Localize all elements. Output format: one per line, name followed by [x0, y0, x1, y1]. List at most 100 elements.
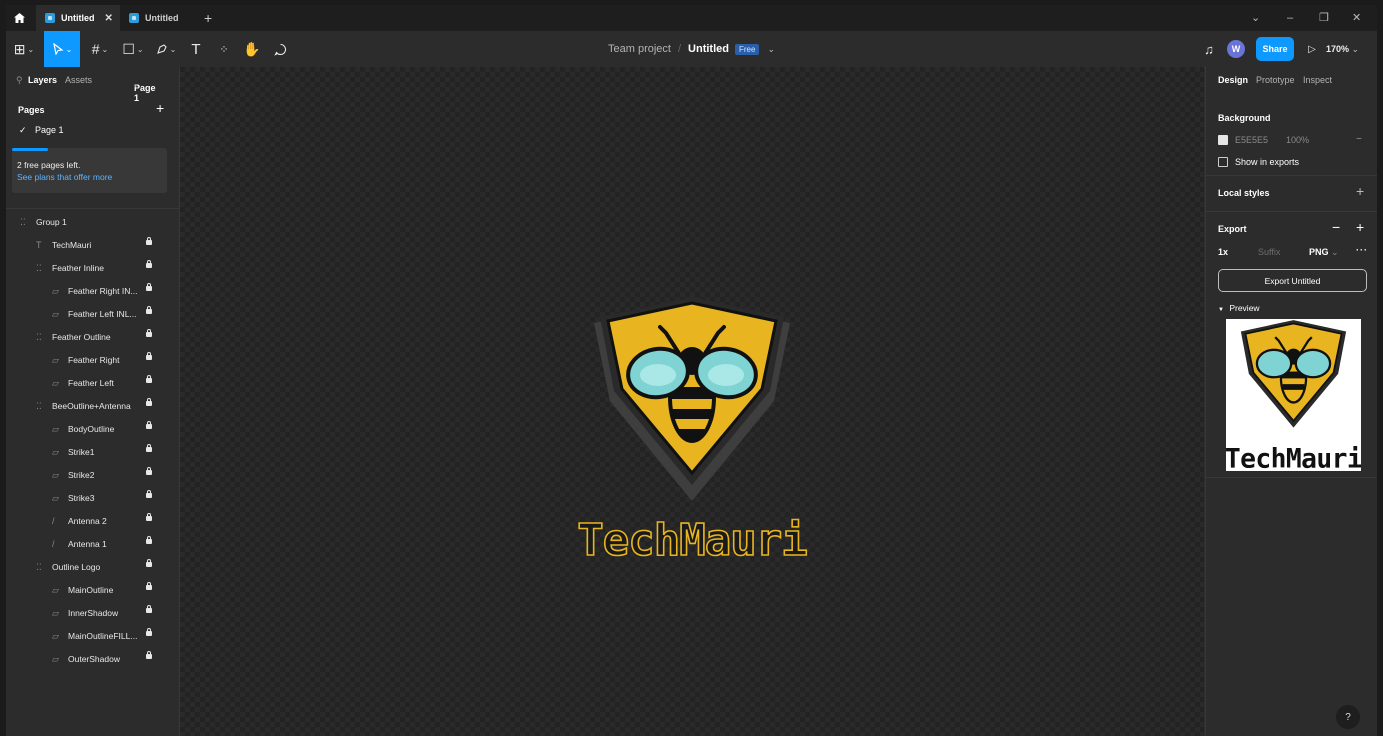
lock-icon[interactable] [146, 421, 152, 429]
layer-name: Strike2 [68, 470, 95, 480]
export-button[interactable]: Export Untitled [1218, 269, 1367, 292]
lock-icon[interactable] [146, 467, 152, 475]
techmauri-logo[interactable]: TechMauri [574, 293, 810, 563]
lock-icon[interactable] [146, 559, 152, 567]
see-plans-link[interactable]: See plans that offer more [17, 172, 112, 182]
lock-icon[interactable] [146, 260, 152, 268]
add-export-icon[interactable]: + [1356, 219, 1364, 235]
layer-name: MainOutlineFILL... [68, 631, 138, 641]
lock-icon[interactable] [146, 536, 152, 544]
add-style-icon[interactable]: + [1356, 183, 1364, 199]
audio-button[interactable]: ♫ [1198, 31, 1220, 67]
layer-name: Feather Outline [52, 332, 111, 342]
home-icon[interactable] [6, 5, 32, 31]
file-name[interactable]: Untitled [688, 43, 729, 55]
layer-row[interactable]: ▱ Strike2 [6, 464, 179, 487]
layer-name: Feather Left [68, 378, 114, 388]
tab-design[interactable]: Design [1218, 75, 1248, 85]
background-title: Background [1218, 113, 1271, 123]
free-pages-notice: 2 free pages left. See plans that offer … [12, 148, 167, 193]
chevron-down-icon[interactable]: ⌄ [767, 44, 775, 55]
restore-icon[interactable]: ❐ [1319, 5, 1329, 31]
lock-icon[interactable] [146, 513, 152, 521]
layer-row[interactable]: ▱ MainOutline [6, 579, 179, 602]
chevron-down-icon[interactable]: ⌄ [1251, 5, 1260, 31]
lock-icon[interactable] [146, 651, 152, 659]
layer-row[interactable]: ▱ OuterShadow [6, 648, 179, 671]
eye-icon[interactable]: ⌣ [1356, 133, 1362, 144]
layer-row[interactable]: T TechMauri [6, 234, 179, 257]
tab-prototype[interactable]: Prototype [1256, 75, 1295, 85]
preview-label: Preview [1229, 303, 1260, 313]
frame-icon: ⁚⁚ [20, 217, 26, 227]
share-button[interactable]: Share [1256, 37, 1294, 61]
vector-icon: ▱ [52, 355, 59, 365]
present-button[interactable]: ▷ [1303, 31, 1321, 67]
avatar[interactable]: W [1227, 40, 1245, 58]
layer-row[interactable]: ▱ Feather Right IN... [6, 280, 179, 303]
lock-icon[interactable] [146, 605, 152, 613]
vector-icon: ▱ [52, 470, 59, 480]
lock-icon[interactable] [146, 375, 152, 383]
lock-icon[interactable] [146, 398, 152, 406]
add-page-icon[interactable]: + [156, 100, 164, 116]
strike2-shape [672, 409, 712, 419]
help-button[interactable]: ? [1336, 705, 1360, 729]
lock-icon[interactable] [146, 490, 152, 498]
layer-row[interactable]: ▱ Strike3 [6, 487, 179, 510]
export-format-select[interactable]: PNG ⌄ [1309, 247, 1339, 258]
layer-row[interactable]: ⁚⁚ BeeOutline+Antenna [6, 395, 179, 418]
local-styles-section: Local styles + [1206, 175, 1377, 211]
lock-icon[interactable] [146, 582, 152, 590]
layer-row[interactable]: ⁚⁚ Feather Outline [6, 326, 179, 349]
minimize-icon[interactable]: – [1287, 5, 1293, 31]
new-tab-button[interactable]: + [204, 5, 212, 31]
lock-icon[interactable] [146, 352, 152, 360]
file-icon [129, 13, 139, 23]
tab-inspect[interactable]: Inspect [1303, 75, 1332, 85]
layer-row[interactable]: ▱ BodyOutline [6, 418, 179, 441]
lock-icon[interactable] [146, 628, 152, 636]
tab-assets[interactable]: Assets [65, 75, 92, 85]
page-item-page-1[interactable]: ✓ Page 1 [6, 115, 179, 137]
layer-row[interactable]: / Antenna 1 [6, 533, 179, 556]
preview-toggle[interactable]: ▼ Preview [1218, 303, 1260, 313]
lock-icon[interactable] [146, 283, 152, 291]
background-opacity[interactable]: 100% [1286, 135, 1309, 145]
layer-row[interactable]: ▱ Feather Right [6, 349, 179, 372]
remove-export-icon[interactable]: − [1332, 219, 1340, 235]
close-tab-icon[interactable]: ✕ [105, 13, 113, 24]
team-name[interactable]: Team project [608, 43, 671, 55]
show-in-exports-label: Show in exports [1235, 157, 1300, 167]
layer-row[interactable]: ▱ Strike1 [6, 441, 179, 464]
frame-icon: ⁚⁚ [36, 332, 42, 342]
tab-untitled[interactable]: Untitled [124, 5, 194, 31]
background-swatch[interactable] [1218, 135, 1228, 145]
plan-badge: Free [735, 43, 760, 55]
tab-layers[interactable]: Layers [28, 75, 57, 85]
canvas[interactable]: TechMauri [180, 67, 1204, 736]
layer-row[interactable]: ▱ MainOutlineFILL... [6, 625, 179, 648]
export-suffix-input[interactable]: Suffix [1258, 247, 1280, 257]
close-window-icon[interactable]: ✕ [1352, 5, 1361, 31]
lock-icon[interactable] [146, 237, 152, 245]
lock-icon[interactable] [146, 444, 152, 452]
layer-row[interactable]: ⁚⁚ Feather Inline [6, 257, 179, 280]
layer-row[interactable]: ▱ Feather Left INL... [6, 303, 179, 326]
layer-row[interactable]: ⁚⁚ Outline Logo [6, 556, 179, 579]
layer-row[interactable]: ▱ Feather Left [6, 372, 179, 395]
layer-row[interactable]: ▱ InnerShadow [6, 602, 179, 625]
layer-row[interactable]: / Antenna 2 [6, 510, 179, 533]
more-options-icon[interactable]: ··· [1356, 245, 1368, 255]
layer-name: BeeOutline+Antenna [52, 401, 131, 411]
tab-untitled-active[interactable]: Untitled ✕ [36, 5, 120, 31]
vector-icon: ▱ [52, 608, 59, 618]
lock-icon[interactable] [146, 306, 152, 314]
background-hex[interactable]: E5E5E5 [1235, 135, 1268, 145]
export-scale[interactable]: 1x [1218, 247, 1228, 257]
show-in-exports-checkbox[interactable] [1218, 157, 1228, 167]
lock-icon[interactable] [146, 329, 152, 337]
layer-row[interactable]: ⁚⁚ Group 1 [6, 211, 179, 234]
search-icon[interactable]: ⚲ [16, 75, 23, 86]
zoom-dropdown[interactable]: 170% ⌄ [1326, 31, 1359, 67]
